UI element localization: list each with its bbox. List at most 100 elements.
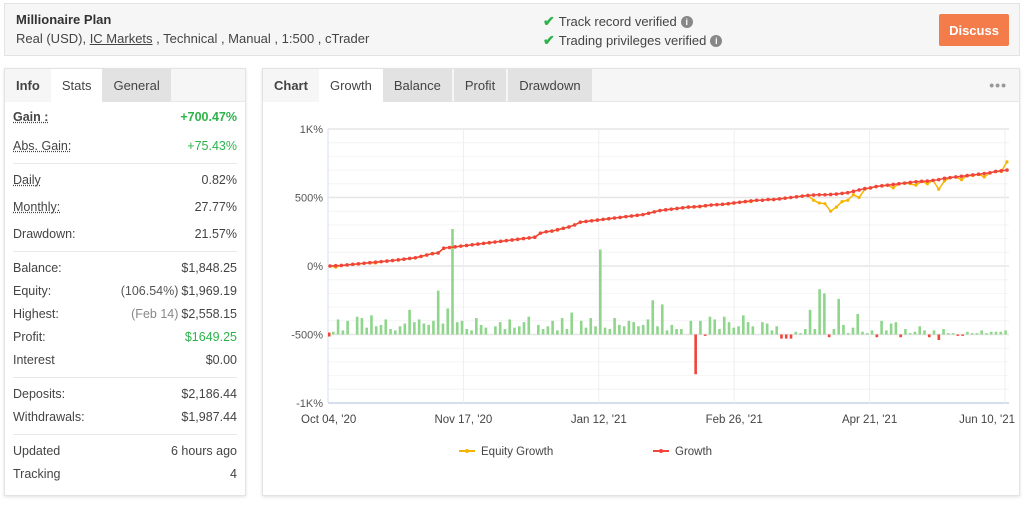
abs-gain-label[interactable]: Abs. Gain: (13, 135, 71, 158)
growth-point (834, 192, 839, 196)
profit-bar (336, 319, 340, 335)
profit-bar (393, 330, 397, 335)
profit-bar (994, 331, 998, 335)
growth-point (811, 193, 816, 197)
growth-point (697, 204, 702, 209)
profit-bar (451, 229, 454, 335)
daily-label[interactable]: Daily (13, 169, 41, 192)
broker-link[interactable]: IC Markets (90, 31, 153, 46)
profit-bar (842, 324, 845, 335)
growth-point (663, 208, 668, 212)
tab-stats[interactable]: Stats (50, 69, 103, 102)
growth-point (891, 182, 896, 187)
growth-point (652, 210, 657, 214)
profit-bar (560, 318, 564, 335)
profit-bar (923, 330, 926, 335)
growth-point (658, 208, 662, 213)
x-tick-label: Feb 26, '21 (706, 414, 763, 426)
profit-bar (384, 319, 388, 335)
equity-percent: (106.54%) (120, 284, 179, 298)
growth-point (931, 178, 935, 183)
x-tick-label: Jan 12, '21 (571, 414, 627, 426)
stat-profit: Profit: $1649.25 (5, 326, 245, 349)
profit-bar (670, 324, 674, 335)
interest-label: Interest (13, 353, 55, 367)
chart-panel: Chart Growth Balance Profit Drawdown •••… (262, 68, 1020, 496)
interest-value: $0.00 (205, 353, 237, 367)
divider (13, 434, 237, 435)
growth-point (379, 259, 384, 264)
growth-point (441, 246, 446, 250)
x-tick-label: Jun 10, '21 (959, 414, 1015, 426)
profit-bar (632, 322, 635, 335)
stat-interest: Interest $0.00 (5, 349, 245, 372)
growth-point (988, 171, 992, 175)
profit-bar (780, 334, 783, 339)
tab-profit[interactable]: Profit (453, 69, 507, 102)
growth-point (544, 229, 548, 234)
equity-growth-point (829, 209, 833, 213)
equity-growth-point (857, 195, 861, 200)
profit-bar (999, 331, 1003, 335)
growth-point (504, 238, 509, 243)
info-icon[interactable]: i (710, 34, 723, 47)
growth-point (396, 258, 401, 262)
info-icon[interactable]: i (680, 15, 693, 28)
profit-bar (803, 329, 807, 335)
profit-bar (970, 333, 974, 335)
withdrawals-label: Withdrawals: (13, 410, 85, 424)
growth-point (925, 179, 930, 183)
equity-value: $1,969.19 (181, 284, 237, 298)
equity-growth-point (823, 202, 827, 206)
growth-point (851, 189, 856, 194)
gain-label[interactable]: Gain : (13, 106, 48, 129)
profit-bar (989, 331, 993, 335)
discuss-button[interactable]: Discuss (939, 14, 1009, 46)
profit-bar (537, 324, 540, 335)
profit-bar (980, 330, 984, 335)
profit-bar (708, 316, 712, 335)
profit-label: Profit: (13, 330, 46, 344)
profit-bar (851, 327, 855, 335)
growth-point (476, 242, 480, 246)
growth-point (459, 244, 463, 248)
equity-growth-point (846, 198, 850, 202)
chart-tabs: Chart Growth Balance Profit Drawdown (263, 69, 1019, 102)
profit-bar (689, 320, 693, 335)
growth-point (806, 193, 810, 198)
profit-bar (665, 330, 669, 335)
tab-growth[interactable]: Growth (318, 69, 383, 102)
growth-point (914, 179, 918, 184)
tab-balance[interactable]: Balance (382, 69, 452, 102)
tab-general[interactable]: General (102, 69, 171, 102)
tracking-label: Tracking (13, 467, 61, 481)
tab-info[interactable]: Info (5, 69, 51, 102)
profit-bar (360, 318, 364, 335)
growth-point (333, 263, 338, 268)
growth-point (362, 261, 366, 266)
growth-point (897, 182, 901, 186)
highest-date: (Feb 14) (131, 307, 179, 321)
equity-growth-point (834, 205, 838, 209)
profit-bar (718, 329, 721, 335)
growth-point (709, 203, 713, 207)
profit-bar (913, 331, 917, 335)
profit-bar (408, 309, 411, 335)
x-tick-label: Oct 04, '20 (301, 414, 356, 426)
tracking-value: 4 (230, 467, 237, 481)
profit-bar (355, 316, 359, 335)
profit-bar (484, 327, 488, 335)
more-options-icon[interactable]: ••• (989, 77, 1007, 93)
account-details: , Technical , Manual , 1:500 , cTrader (152, 31, 370, 46)
y-tick-label: 0% (307, 261, 323, 273)
growth-point (948, 175, 952, 180)
growth-point (521, 236, 526, 241)
growth-point (328, 264, 332, 268)
growth-point (743, 199, 748, 204)
growth-point (771, 197, 776, 202)
profit-value: $1649.25 (184, 330, 237, 344)
tab-chart[interactable]: Chart (263, 69, 319, 102)
monthly-label[interactable]: Monthly: (13, 196, 60, 219)
profit-bar (460, 320, 464, 335)
tab-drawdown[interactable]: Drawdown (508, 69, 592, 102)
